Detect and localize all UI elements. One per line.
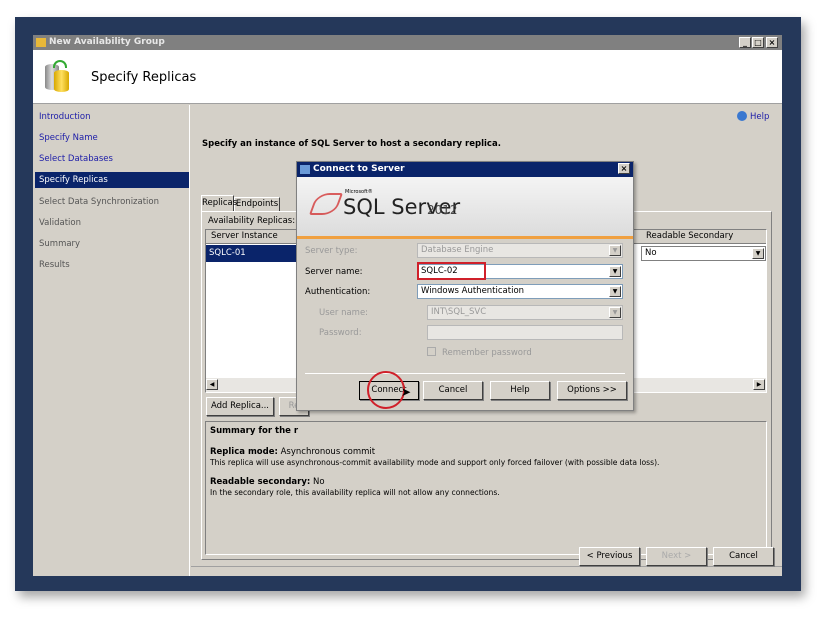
table-row-server-instance[interactable]: SQLC-01 [206, 245, 296, 262]
sidebar-item-validation: Validation [39, 218, 81, 228]
sidebar-item-introduction[interactable]: Introduction [35, 109, 189, 125]
dialog-divider [305, 373, 625, 374]
title-bar: New Availability Group _ □ × [33, 35, 782, 50]
dialog-help-button[interactable]: Help [490, 381, 550, 400]
mouse-cursor-icon: ➤ [401, 385, 412, 399]
readable-secondary-label: Readable secondary: [210, 477, 311, 487]
chevron-down-icon: ▼ [609, 286, 621, 297]
replica-mode-value: Asynchronous commit [280, 447, 376, 457]
help-label: Help [750, 112, 770, 122]
server-type-label: Server type: [305, 246, 358, 256]
sidebar-item-select-databases[interactable]: Select Databases [35, 151, 189, 167]
tab-endpoints[interactable]: Endpoints [234, 197, 280, 211]
server-name-label: Server name: [305, 267, 363, 277]
chevron-down-icon: ▼ [609, 266, 621, 277]
sidebar-item-summary: Summary [39, 239, 81, 249]
dialog-close-button[interactable]: × [618, 163, 630, 174]
authentication-value: Windows Authentication [421, 286, 525, 296]
user-name-label: User name: [319, 308, 369, 318]
replicas-label: Availability Replicas: [208, 216, 296, 226]
sidebar-item-specify-name[interactable]: Specify Name [35, 130, 189, 146]
password-input [427, 325, 623, 340]
maximize-button[interactable]: □ [752, 37, 764, 48]
chevron-down-icon: ▼ [609, 245, 621, 256]
tab-replicas[interactable]: Replicas [201, 195, 237, 211]
help-icon [737, 111, 747, 121]
add-replica-button[interactable]: Add Replica... [206, 397, 274, 416]
sidebar-item-specify-replicas[interactable]: Specify Replicas [35, 172, 189, 188]
database-icon [45, 60, 69, 92]
connect-to-server-dialog: Connect to Server × Microsoft® SQL Serve… [296, 161, 634, 411]
brand-version: 2012 [427, 203, 458, 217]
readable-secondary-select[interactable]: No ▼ [641, 246, 766, 261]
server-icon [300, 165, 310, 174]
dialog-title-bar: Connect to Server × [297, 162, 633, 177]
replica-mode: Replica mode: Asynchronous commit [210, 447, 375, 457]
server-name-highlight [417, 262, 486, 280]
window-title: New Availability Group [49, 37, 165, 47]
dialog-cancel-button[interactable]: Cancel [423, 381, 483, 400]
close-button[interactable]: × [766, 37, 778, 48]
readable-secondary: Readable secondary: No [210, 477, 325, 487]
previous-button[interactable]: < Previous [579, 547, 640, 566]
page-title: Specify Replicas [91, 70, 197, 85]
cancel-button[interactable]: Cancel [713, 547, 774, 566]
help-link[interactable]: Help [737, 111, 769, 122]
user-name-value: INT\SQL_SVC [431, 307, 487, 317]
dialog-title: Connect to Server [313, 164, 405, 174]
page-header: Specify Replicas [33, 50, 782, 104]
replica-mode-description: This replica will use asynchronous-commi… [210, 458, 660, 467]
summary-panel: Summary for the r Replica mode: Asynchro… [205, 421, 767, 555]
sql-server-logo-icon [308, 193, 344, 215]
readable-secondary-description: In the secondary role, this availability… [210, 488, 500, 497]
authentication-label: Authentication: [305, 287, 371, 297]
password-label: Password: [319, 328, 362, 338]
authentication-select[interactable]: Windows Authentication ▼ [417, 284, 623, 299]
minimize-button[interactable]: _ [739, 37, 751, 48]
options-button[interactable]: Options >> [557, 381, 627, 400]
chevron-down-icon: ▼ [752, 248, 764, 259]
next-button[interactable]: Next > [646, 547, 707, 566]
dialog-banner: Microsoft® SQL Server 2012 [297, 177, 633, 239]
user-name-select: INT\SQL_SVC ▼ [427, 305, 623, 320]
summary-title: Summary for the r [210, 426, 299, 436]
server-type-select: Database Engine ▼ [417, 243, 623, 258]
column-server-instance[interactable]: Server Instance [211, 231, 278, 241]
remember-password-label: Remember password [442, 348, 532, 358]
remember-password-checkbox: Remember password [427, 347, 532, 358]
connect-highlight-circle [367, 371, 405, 409]
replica-mode-label: Replica mode: [210, 447, 278, 457]
server-type-value: Database Engine [421, 245, 494, 255]
app-icon [36, 38, 46, 47]
sidebar-item-select-data-synchronization: Select Data Synchronization [39, 197, 160, 207]
readable-secondary-value: No [645, 248, 657, 258]
column-readable-secondary[interactable]: Readable Secondary [646, 231, 733, 241]
chevron-down-icon: ▼ [609, 307, 621, 318]
checkbox-icon [427, 347, 436, 356]
footer-divider [191, 566, 782, 567]
scroll-right-icon[interactable]: ▶ [753, 379, 765, 390]
wizard-sidebar: Introduction Specify Name Select Databas… [33, 105, 190, 576]
sidebar-item-results: Results [39, 260, 70, 270]
readable-secondary-summary-value: No [313, 477, 325, 487]
instruction-text: Specify an instance of SQL Server to hos… [202, 139, 501, 149]
scroll-left-icon[interactable]: ◀ [206, 379, 218, 390]
